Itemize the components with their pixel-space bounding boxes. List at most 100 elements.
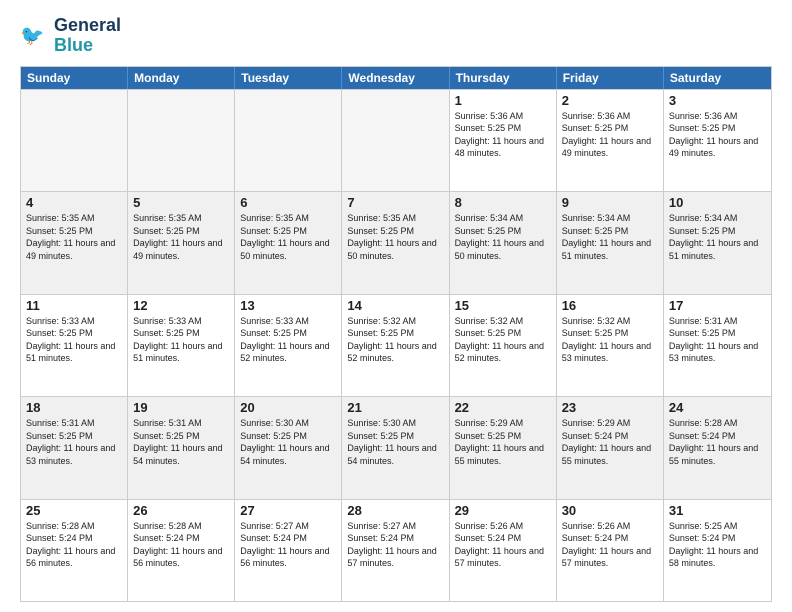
day-info: Sunrise: 5:27 AMSunset: 5:24 PMDaylight:… xyxy=(240,520,336,570)
day-number: 3 xyxy=(669,93,766,108)
day-number: 30 xyxy=(562,503,658,518)
calendar-cell: 7Sunrise: 5:35 AMSunset: 5:25 PMDaylight… xyxy=(342,192,449,293)
calendar-cell: 24 Sunrise: 5:28 AMSunset: 5:24 PMDayligh… xyxy=(664,397,771,498)
calendar-cell: 5 Sunrise: 5:35 AMSunset: 5:25 PMDaylight… xyxy=(128,192,235,293)
calendar-cell: 15 Sunrise: 5:32 AMSunset: 5:25 PMDayligh… xyxy=(450,295,557,396)
day-number: 22 xyxy=(455,400,551,415)
day-number: 13 xyxy=(240,298,336,313)
calendar-cell: 9 Sunrise: 5:34 AMSunset: 5:25 PMDaylight… xyxy=(557,192,664,293)
calendar-cell: 8 Sunrise: 5:34 AMSunset: 5:25 PMDaylight… xyxy=(450,192,557,293)
day-info: Sunrise: 5:35 AMSunset: 5:25 PMDaylight:… xyxy=(133,212,229,262)
calendar-cell: 30 Sunrise: 5:26 AMSunset: 5:24 PMDayligh… xyxy=(557,500,664,601)
day-info: Sunrise: 5:33 AMSunset: 5:25 PMDaylight:… xyxy=(26,315,122,365)
day-number: 10 xyxy=(669,195,766,210)
calendar-row-1: 4Sunrise: 5:35 AMSunset: 5:25 PMDaylight… xyxy=(21,191,771,293)
calendar-cell: 14 Sunrise: 5:32 AMSunset: 5:25 PMDayligh… xyxy=(342,295,449,396)
day-info: Sunrise: 5:35 AMSunset: 5:25 PMDaylight:… xyxy=(347,212,443,262)
day-info: Sunrise: 5:25 AMSunset: 5:24 PMDaylight:… xyxy=(669,520,766,570)
calendar-cell: 29 Sunrise: 5:26 AMSunset: 5:24 PMDayligh… xyxy=(450,500,557,601)
day-number: 15 xyxy=(455,298,551,313)
calendar-body: 1Sunrise: 5:36 AMSunset: 5:25 PMDaylight… xyxy=(21,89,771,601)
calendar-cell: 18 Sunrise: 5:31 AMSunset: 5:25 PMDayligh… xyxy=(21,397,128,498)
day-info: Sunrise: 5:35 AMSunset: 5:25 PMDaylight:… xyxy=(26,212,122,262)
header-day-wednesday: Wednesday xyxy=(342,67,449,89)
calendar-cell: 3Sunrise: 5:36 AMSunset: 5:25 PMDaylight… xyxy=(664,90,771,191)
calendar-cell: 10 Sunrise: 5:34 AMSunset: 5:25 PMDayligh… xyxy=(664,192,771,293)
day-info: Sunrise: 5:32 AMSunset: 5:25 PMDaylight:… xyxy=(347,315,443,365)
day-info: Sunrise: 5:35 AMSunset: 5:25 PMDaylight:… xyxy=(240,212,336,262)
calendar-cell: 6 Sunrise: 5:35 AMSunset: 5:25 PMDaylight… xyxy=(235,192,342,293)
day-number: 25 xyxy=(26,503,122,518)
calendar-cell xyxy=(128,90,235,191)
calendar-cell: 31 Sunrise: 5:25 AMSunset: 5:24 PMDayligh… xyxy=(664,500,771,601)
day-number: 18 xyxy=(26,400,122,415)
day-info: Sunrise: 5:31 AMSunset: 5:25 PMDaylight:… xyxy=(26,417,122,467)
day-number: 29 xyxy=(455,503,551,518)
logo-icon: 🐦 xyxy=(20,21,50,51)
day-info: Sunrise: 5:33 AMSunset: 5:25 PMDaylight:… xyxy=(240,315,336,365)
day-info: Sunrise: 5:29 AMSunset: 5:25 PMDaylight:… xyxy=(455,417,551,467)
day-info: Sunrise: 5:28 AMSunset: 5:24 PMDaylight:… xyxy=(669,417,766,467)
calendar-cell: 25 Sunrise: 5:28 AMSunset: 5:24 PMDayligh… xyxy=(21,500,128,601)
day-number: 12 xyxy=(133,298,229,313)
day-number: 2 xyxy=(562,93,658,108)
day-info: Sunrise: 5:32 AMSunset: 5:25 PMDaylight:… xyxy=(455,315,551,365)
calendar-cell: 28 Sunrise: 5:27 AMSunset: 5:24 PMDayligh… xyxy=(342,500,449,601)
calendar-cell: 21 Sunrise: 5:30 AMSunset: 5:25 PMDayligh… xyxy=(342,397,449,498)
calendar-cell: 4Sunrise: 5:35 AMSunset: 5:25 PMDaylight… xyxy=(21,192,128,293)
calendar-cell xyxy=(21,90,128,191)
day-info: Sunrise: 5:26 AMSunset: 5:24 PMDaylight:… xyxy=(562,520,658,570)
day-number: 21 xyxy=(347,400,443,415)
day-info: Sunrise: 5:36 AMSunset: 5:25 PMDaylight:… xyxy=(455,110,551,160)
day-number: 28 xyxy=(347,503,443,518)
day-info: Sunrise: 5:31 AMSunset: 5:25 PMDaylight:… xyxy=(669,315,766,365)
page-header: 🐦 General Blue xyxy=(20,16,772,56)
day-number: 17 xyxy=(669,298,766,313)
calendar-cell: 1Sunrise: 5:36 AMSunset: 5:25 PMDaylight… xyxy=(450,90,557,191)
header-day-tuesday: Tuesday xyxy=(235,67,342,89)
day-info: Sunrise: 5:33 AMSunset: 5:25 PMDaylight:… xyxy=(133,315,229,365)
day-info: Sunrise: 5:28 AMSunset: 5:24 PMDaylight:… xyxy=(133,520,229,570)
calendar-row-3: 18 Sunrise: 5:31 AMSunset: 5:25 PMDayligh… xyxy=(21,396,771,498)
calendar-cell: 27Sunrise: 5:27 AMSunset: 5:24 PMDayligh… xyxy=(235,500,342,601)
calendar-cell xyxy=(342,90,449,191)
header-day-sunday: Sunday xyxy=(21,67,128,89)
day-info: Sunrise: 5:30 AMSunset: 5:25 PMDaylight:… xyxy=(347,417,443,467)
day-number: 6 xyxy=(240,195,336,210)
calendar-row-2: 11 Sunrise: 5:33 AMSunset: 5:25 PMDayligh… xyxy=(21,294,771,396)
day-number: 26 xyxy=(133,503,229,518)
day-number: 31 xyxy=(669,503,766,518)
calendar-cell: 12 Sunrise: 5:33 AMSunset: 5:25 PMDayligh… xyxy=(128,295,235,396)
day-info: Sunrise: 5:28 AMSunset: 5:24 PMDaylight:… xyxy=(26,520,122,570)
svg-text:🐦: 🐦 xyxy=(20,25,44,47)
day-info: Sunrise: 5:26 AMSunset: 5:24 PMDaylight:… xyxy=(455,520,551,570)
day-info: Sunrise: 5:34 AMSunset: 5:25 PMDaylight:… xyxy=(562,212,658,262)
day-number: 11 xyxy=(26,298,122,313)
header-day-thursday: Thursday xyxy=(450,67,557,89)
day-info: Sunrise: 5:27 AMSunset: 5:24 PMDaylight:… xyxy=(347,520,443,570)
calendar-cell: 17 Sunrise: 5:31 AMSunset: 5:25 PMDayligh… xyxy=(664,295,771,396)
header-day-monday: Monday xyxy=(128,67,235,89)
header-day-saturday: Saturday xyxy=(664,67,771,89)
calendar-cell xyxy=(235,90,342,191)
logo-text: General Blue xyxy=(54,16,121,56)
calendar-cell: 22 Sunrise: 5:29 AMSunset: 5:25 PMDayligh… xyxy=(450,397,557,498)
day-info: Sunrise: 5:31 AMSunset: 5:25 PMDaylight:… xyxy=(133,417,229,467)
day-number: 19 xyxy=(133,400,229,415)
day-number: 8 xyxy=(455,195,551,210)
header-day-friday: Friday xyxy=(557,67,664,89)
logo: 🐦 General Blue xyxy=(20,16,121,56)
day-number: 24 xyxy=(669,400,766,415)
day-number: 5 xyxy=(133,195,229,210)
calendar-cell: 2Sunrise: 5:36 AMSunset: 5:25 PMDaylight… xyxy=(557,90,664,191)
calendar-row-4: 25 Sunrise: 5:28 AMSunset: 5:24 PMDayligh… xyxy=(21,499,771,601)
day-number: 23 xyxy=(562,400,658,415)
day-number: 14 xyxy=(347,298,443,313)
day-info: Sunrise: 5:29 AMSunset: 5:24 PMDaylight:… xyxy=(562,417,658,467)
day-info: Sunrise: 5:32 AMSunset: 5:25 PMDaylight:… xyxy=(562,315,658,365)
day-info: Sunrise: 5:34 AMSunset: 5:25 PMDaylight:… xyxy=(669,212,766,262)
calendar-cell: 13 Sunrise: 5:33 AMSunset: 5:25 PMDayligh… xyxy=(235,295,342,396)
day-info: Sunrise: 5:34 AMSunset: 5:25 PMDaylight:… xyxy=(455,212,551,262)
calendar-cell: 16Sunrise: 5:32 AMSunset: 5:25 PMDayligh… xyxy=(557,295,664,396)
day-number: 9 xyxy=(562,195,658,210)
